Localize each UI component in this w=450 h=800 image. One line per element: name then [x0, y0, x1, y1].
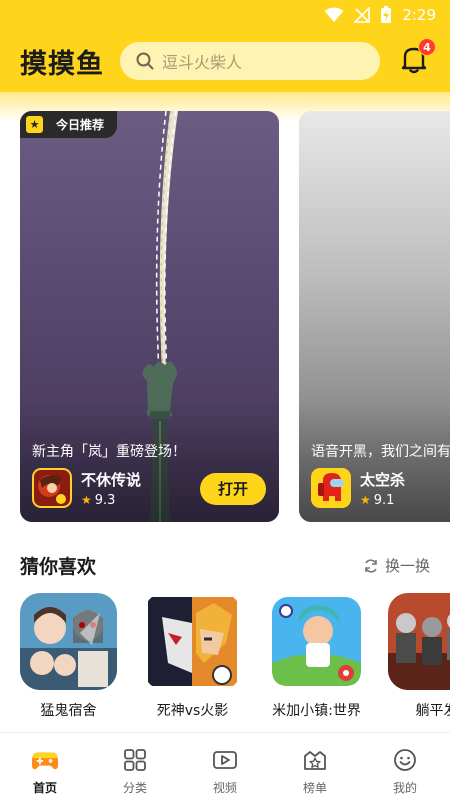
refresh-icon: [365, 558, 377, 573]
featured-card[interactable]: 语音开黑，我们之间有 太空杀 ★ 9.1: [299, 111, 450, 522]
search-placeholder: 逗斗火柴人: [162, 53, 243, 72]
open-game-button[interactable]: 打开: [200, 473, 266, 505]
game-icon[interactable]: [32, 468, 72, 508]
rating-value: 9.3: [94, 492, 116, 508]
tag-label: 今日推荐: [56, 118, 105, 132]
card-caption: 语音开黑，我们之间有: [311, 444, 450, 460]
game-icon[interactable]: [311, 468, 351, 508]
tab-label: 我的: [392, 781, 417, 795]
game-list[interactable]: 猛鬼宿舍 死神vs火影 米加小镇:世界 躺平: [20, 593, 450, 733]
game-title: 躺平发: [415, 703, 450, 719]
status-time: 2:29: [402, 6, 436, 24]
tab-label: 首页: [32, 781, 57, 795]
game-title: 猛鬼宿舍: [40, 703, 97, 719]
card-caption: 新主角「岚」重磅登场！: [32, 444, 186, 460]
tab-profile[interactable]: 我的: [360, 733, 450, 800]
featured-carousel[interactable]: ★ 今日推荐 新主角「岚」重磅登场！ 不休传说 ★ 9.3 打开 语音开黑，我们…: [20, 111, 450, 523]
grid-icon: [122, 747, 148, 773]
rating-star-icon: ★: [360, 493, 371, 507]
notification-button[interactable]: 4: [400, 38, 436, 74]
rank-icon: [302, 747, 328, 773]
game-name: 太空杀: [360, 470, 406, 489]
list-item[interactable]: 猛鬼宿舍: [20, 593, 117, 720]
tab-label: 视频: [212, 781, 237, 795]
game-rating: ★ 9.1: [360, 493, 405, 508]
rating-value: 9.1: [373, 492, 395, 508]
bleach-naruto-icon[interactable]: [144, 593, 241, 690]
game-info[interactable]: 太空杀 ★ 9.1: [311, 468, 405, 508]
legend-game-icon: [32, 468, 72, 508]
game-name: 不休传说: [81, 470, 142, 489]
app-header: 摸摸鱼 逗斗火柴人 4: [0, 30, 450, 92]
tab-label: 榜单: [302, 781, 327, 795]
ghost-dorm-icon[interactable]: [20, 593, 117, 690]
toca-world-icon[interactable]: [268, 593, 365, 690]
wifi-icon: [324, 7, 344, 22]
game-title: 米加小镇:世界: [272, 703, 361, 719]
tab-category[interactable]: 分类: [90, 733, 180, 800]
tab-home[interactable]: 首页: [0, 733, 90, 800]
list-item[interactable]: 躺平发: [388, 593, 450, 720]
refresh-button[interactable]: 换一换: [363, 555, 430, 576]
game-title: 死神vs火影: [156, 703, 229, 719]
tab-rank[interactable]: 榜单: [270, 733, 360, 800]
refresh-label: 换一换: [384, 557, 430, 575]
search-bar[interactable]: 逗斗火柴人: [120, 42, 380, 80]
today-recommend-tag: ★ 今日推荐: [20, 111, 117, 138]
lying-flat-icon[interactable]: [388, 593, 450, 690]
bottom-nav: 首页 分类 视频 榜单 我的: [0, 732, 450, 800]
battery-charging-icon: [381, 6, 392, 23]
app-logo: 摸摸鱼: [20, 48, 104, 80]
list-item[interactable]: 米加小镇:世界: [268, 593, 365, 720]
notification-badge: 4: [418, 38, 436, 56]
video-icon: [212, 747, 238, 773]
no-signal-icon: [354, 7, 371, 23]
star-icon: ★: [26, 116, 43, 133]
section-title: 猜你喜欢: [20, 556, 97, 578]
profile-icon: [392, 747, 418, 773]
rating-star-icon: ★: [81, 493, 92, 507]
game-rating: ★ 9.3: [81, 493, 141, 508]
tab-label: 分类: [122, 781, 147, 795]
featured-card[interactable]: ★ 今日推荐 新主角「岚」重磅登场！ 不休传说 ★ 9.3 打开: [20, 111, 279, 522]
status-bar: 2:29: [0, 0, 450, 30]
list-item[interactable]: 死神vs火影: [144, 593, 241, 720]
tab-video[interactable]: 视频: [180, 733, 270, 800]
among-us-icon: [311, 468, 351, 508]
game-info[interactable]: 不休传说 ★ 9.3: [32, 468, 141, 508]
gamepad-icon: [32, 747, 58, 773]
search-icon: [136, 52, 154, 70]
